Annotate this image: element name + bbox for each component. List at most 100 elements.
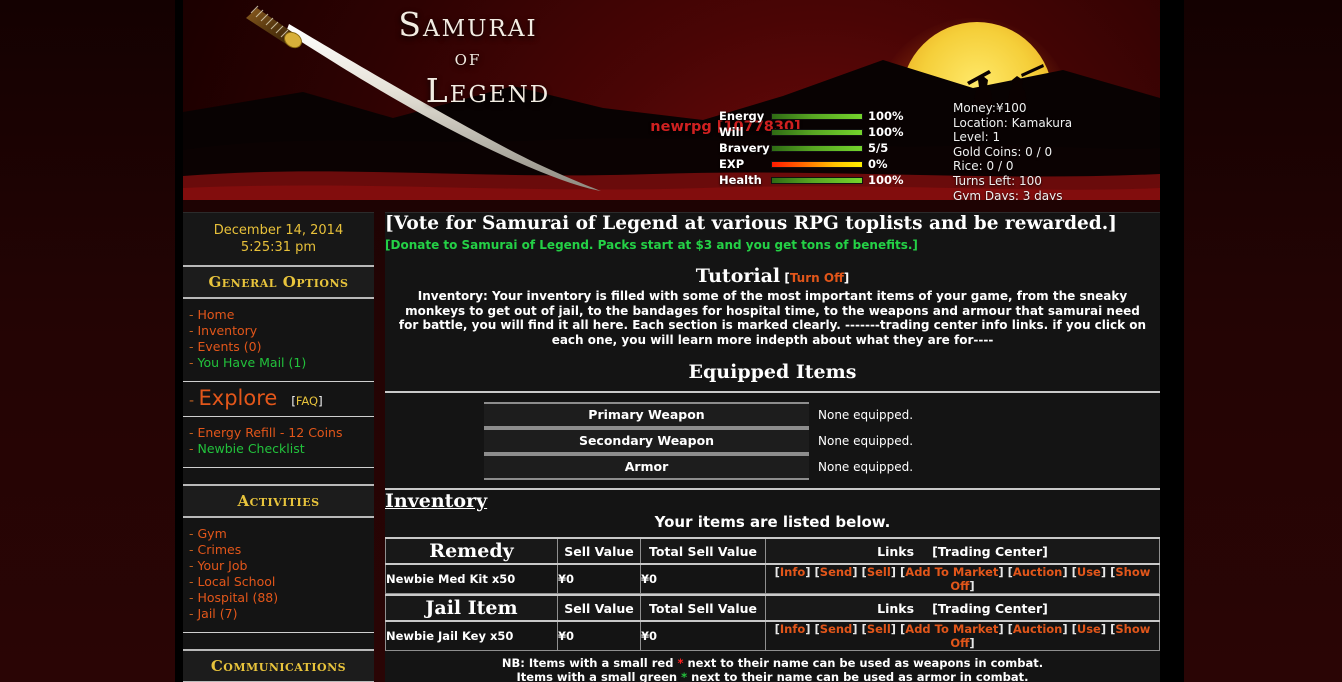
sidebar-group-activities: - Gym - Crimes - Your Job - Local School…: [183, 518, 374, 633]
column-header-links: Links [Trading Center]: [765, 594, 1160, 622]
item-link-auction[interactable]: Auction: [1013, 622, 1062, 636]
player-stat-bars: Energy 100% Will 100% Bravery 5/5 EXP 0%…: [719, 108, 909, 188]
sidebar-item-crimes[interactable]: - Crimes: [189, 542, 374, 558]
sidebar-group-general: - Home - Inventory - Events (0) - You Ha…: [183, 299, 374, 382]
stat-value-bravery: 5/5: [868, 141, 889, 155]
green-asterisk-icon: *: [681, 670, 688, 682]
item-sell-value: ¥0: [557, 564, 641, 594]
sidebar-item-inventory[interactable]: - Inventory: [189, 323, 374, 339]
clock-time: 5:25:31 pm: [240, 240, 317, 255]
stat-row-energy: Energy 100%: [719, 108, 909, 124]
stat-bar-exp: [771, 160, 863, 168]
sidebar-item-your-job[interactable]: - Your Job: [189, 558, 374, 574]
sidebar-item-label: Your Job: [197, 558, 248, 573]
column-header-category: Remedy: [385, 537, 558, 565]
tutorial-heading: Tutorial [Turn Off]: [385, 253, 1160, 287]
stat-bar-health: [771, 176, 863, 184]
sidebar-item-label: Local School: [197, 574, 276, 589]
column-header-sell-value: Sell Value: [557, 594, 641, 622]
item-link-auction[interactable]: Auction: [1013, 565, 1062, 579]
sidebar-clock: December 14, 2014 5:25:31 pm: [183, 213, 374, 265]
item-name: Newbie Jail Key x50: [385, 621, 558, 651]
item-link-sell[interactable]: Sell: [867, 622, 891, 636]
stat-label-bravery: Bravery: [719, 141, 770, 155]
sidebar-item-home[interactable]: - Home: [189, 307, 374, 323]
sidebar-item-label: You Have Mail (1): [197, 355, 307, 370]
tutorial-turn-off-link[interactable]: [Turn Off]: [780, 271, 849, 285]
item-link-info[interactable]: Info: [780, 565, 805, 579]
info-location: Location: Kamakura: [953, 115, 1073, 130]
stat-bar-bravery: [771, 144, 863, 152]
item-link-add-to-market[interactable]: Add To Market: [905, 622, 998, 636]
sidebar-item-label: Gym: [197, 526, 227, 541]
sidebar-item-gym[interactable]: - Gym: [189, 526, 374, 542]
sidebar-item-mail[interactable]: - You Have Mail (1): [189, 355, 374, 371]
sidebar-spacer-2: [183, 633, 374, 649]
item-link-sell[interactable]: Sell: [867, 565, 891, 579]
donate-banner-link[interactable]: [Donate to Samurai of Legend. Packs star…: [385, 236, 918, 252]
trading-center-link[interactable]: [Trading Center]: [932, 544, 1048, 559]
sidebar-item-label: Events (0): [197, 339, 262, 354]
links-header-label: Links: [877, 543, 915, 559]
sidebar-heading-activities: Activities: [183, 484, 374, 518]
info-turns-left: Turns Left: 100: [953, 173, 1042, 188]
note-weapons-suffix: next to their name can be used as weapon…: [687, 656, 1044, 670]
page-root: Samurai of Legend newrpg [1077830] Energ…: [0, 0, 1342, 682]
stat-label-health: Health: [719, 173, 762, 187]
item-link-send[interactable]: Send: [820, 622, 853, 636]
faq-label: FAQ: [295, 394, 319, 408]
sidebar-item-hospital[interactable]: - Hospital (88): [189, 590, 374, 606]
item-total-sell-value: ¥0: [640, 621, 766, 651]
inventory-heading-link[interactable]: Inventory: [385, 480, 487, 512]
stat-value-health: 100%: [868, 173, 904, 187]
item-link-info[interactable]: Info: [780, 622, 805, 636]
inventory-subtitle: Your items are listed below.: [654, 513, 891, 531]
equipped-slot-label: Primary Weapon: [484, 402, 809, 428]
sidebar-item-label: Newbie Checklist: [197, 441, 305, 456]
column-header-total-sell-value: Total Sell Value: [640, 594, 766, 622]
sidebar-item-explore[interactable]: Explore: [199, 386, 278, 410]
column-header-links: Links [Trading Center]: [765, 537, 1160, 565]
main-content: [Vote for Samurai of Legend at various R…: [385, 212, 1160, 682]
tutorial-title-text: Tutorial: [695, 265, 781, 287]
site-banner: Samurai of Legend newrpg [1077830] Energ…: [183, 0, 1160, 200]
trading-center-link[interactable]: [Trading Center]: [932, 601, 1048, 616]
column-header-total-sell-value: Total Sell Value: [640, 537, 766, 565]
note-armor-suffix: next to their name can be used as armor …: [691, 670, 1029, 682]
stat-value-exp: 0%: [868, 157, 888, 171]
sidebar-item-label: Crimes: [197, 542, 242, 557]
item-link-use[interactable]: Use: [1077, 565, 1101, 579]
sidebar-group-explore-links: - Energy Refill - 12 Coins - Newbie Chec…: [183, 417, 374, 468]
sidebar-item-energy-refill[interactable]: - Energy Refill - 12 Coins: [189, 425, 374, 441]
item-total-sell-value: ¥0: [640, 564, 766, 594]
sidebar-item-label: Home: [197, 307, 235, 322]
red-asterisk-icon: *: [677, 656, 684, 670]
stat-row-bravery: Bravery 5/5: [719, 140, 909, 156]
table-header-row: Jail Item Sell Value Total Sell Value Li…: [385, 594, 1160, 622]
table-row: Newbie Med Kit x50 ¥0 ¥0 [Info] [Send] […: [385, 564, 1160, 594]
note-line-weapons: NB: Items with a small red * next to the…: [385, 656, 1160, 670]
item-link-add-to-market[interactable]: Add To Market: [905, 565, 998, 579]
links-header-label: Links: [877, 600, 915, 616]
note-armor-prefix: Items with a small green: [516, 670, 678, 682]
sidebar-item-events[interactable]: - Events (0): [189, 339, 374, 355]
sidebar: December 14, 2014 5:25:31 pm General Opt…: [183, 212, 374, 682]
stat-label-energy: Energy: [719, 109, 765, 123]
item-link-use[interactable]: Use: [1077, 622, 1101, 636]
sidebar-item-local-school[interactable]: - Local School: [189, 574, 374, 590]
sidebar-item-newbie-checklist[interactable]: - Newbie Checklist: [189, 441, 374, 457]
site-logo: Samurai of Legend: [318, 8, 618, 107]
clock-date: December 14, 2014: [213, 223, 344, 238]
sidebar-item-label: Hospital (88): [197, 590, 279, 605]
stat-value-energy: 100%: [868, 109, 904, 123]
inventory-table-remedy: Remedy Sell Value Total Sell Value Links…: [385, 537, 1160, 594]
info-gym-days: Gym Days: 3 days: [953, 188, 1063, 200]
equipped-items-heading: Equipped Items: [385, 347, 1160, 393]
sidebar-item-jail[interactable]: - Jail (7): [189, 606, 374, 622]
sidebar-item-faq[interactable]: [FAQ]: [291, 394, 322, 408]
vote-banner-link[interactable]: [Vote for Samurai of Legend at various R…: [385, 213, 1117, 234]
item-link-send[interactable]: Send: [820, 565, 853, 579]
info-gold-coins: Gold Coins: 0 / 0: [953, 144, 1053, 159]
stat-row-health: Health 100%: [719, 172, 909, 188]
player-info-block: Money:¥100 Location: Kamakura Level: 1 G…: [953, 101, 1072, 200]
